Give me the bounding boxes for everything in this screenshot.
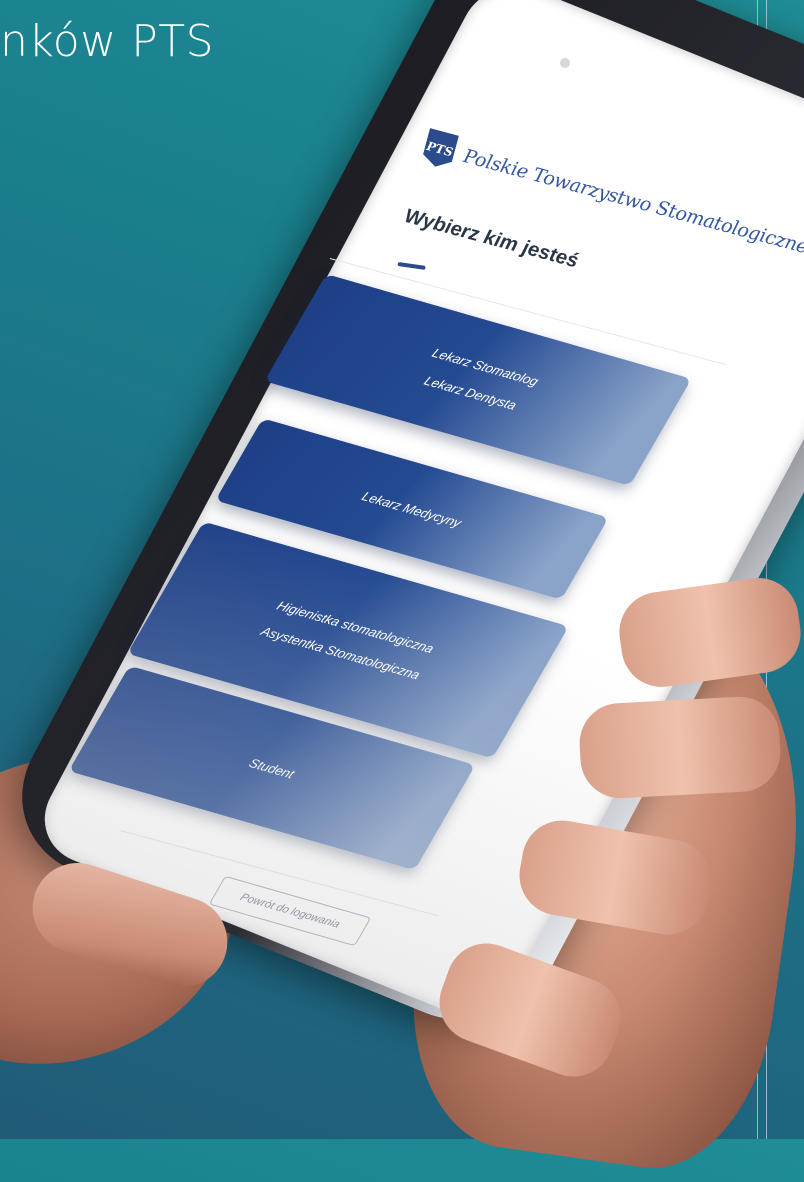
finger <box>577 694 783 801</box>
role-label: Lekarz Medycyny <box>359 488 465 530</box>
phone-camera <box>560 58 570 68</box>
page-headline: nków PTS <box>0 16 215 67</box>
role-label: Student <box>246 755 298 781</box>
